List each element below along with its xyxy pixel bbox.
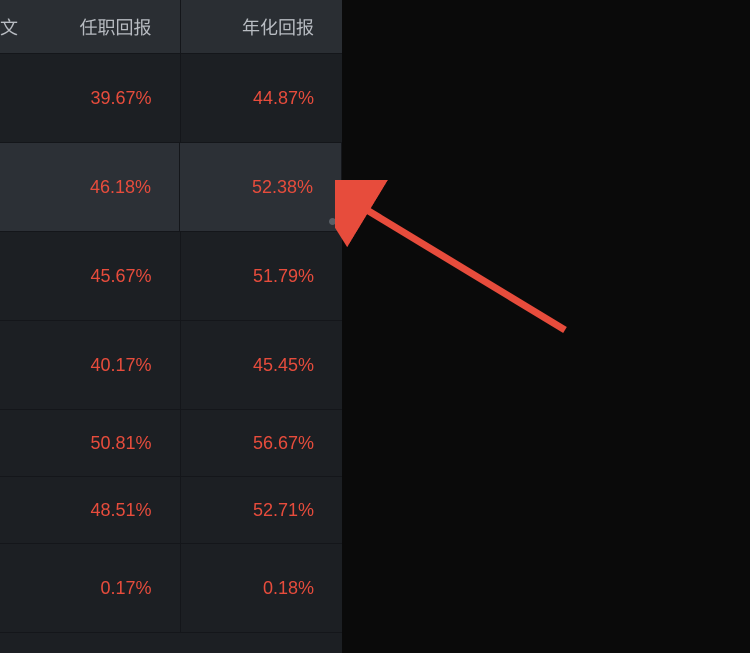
table-cell: 52.71%	[181, 477, 343, 543]
table-cell	[0, 143, 18, 231]
table-cell	[0, 410, 18, 476]
arrow-annotation-icon	[335, 180, 595, 360]
table-cell	[0, 232, 18, 320]
table-header-tenure-return[interactable]: 任职回报	[18, 0, 181, 53]
table-cell: 44.87%	[181, 54, 343, 142]
table-cell: 56.67%	[181, 410, 343, 476]
table-row[interactable]: 40.17%45.45%	[0, 321, 342, 410]
table-row[interactable]: 45.67%51.79%	[0, 232, 342, 321]
table-cell: 50.81%	[18, 410, 181, 476]
table-cell	[0, 544, 18, 632]
table-header-annualized-return[interactable]: 年化回报	[181, 0, 343, 53]
table-header-row: 文 任职回报 年化回报	[0, 0, 342, 54]
table-cell	[0, 321, 18, 409]
table-header-partial: 文	[0, 0, 18, 53]
table-cell: 46.18%	[18, 143, 180, 231]
highlight-indicator-icon	[329, 218, 336, 225]
table-cell: 0.18%	[181, 544, 343, 632]
table-row[interactable]: 50.81%56.67%	[0, 410, 342, 477]
returns-table-panel: 文 任职回报 年化回报 39.67%44.87%46.18%52.38%45.6…	[0, 0, 342, 653]
table-cell: 39.67%	[18, 54, 181, 142]
table-cell: 48.51%	[18, 477, 181, 543]
table-cell	[0, 477, 18, 543]
table-row[interactable]: 0.17%0.18%	[0, 544, 342, 633]
table-cell: 45.45%	[181, 321, 343, 409]
table-cell: 40.17%	[18, 321, 181, 409]
table-cell: 45.67%	[18, 232, 181, 320]
table-row[interactable]: 46.18%52.38%	[0, 143, 342, 232]
table-cell: 0.17%	[18, 544, 181, 632]
table-cell: 51.79%	[181, 232, 343, 320]
table-cell: 52.38%	[180, 143, 342, 231]
table-cell	[0, 54, 18, 142]
table-row[interactable]: 39.67%44.87%	[0, 54, 342, 143]
table-row[interactable]: 48.51%52.71%	[0, 477, 342, 544]
